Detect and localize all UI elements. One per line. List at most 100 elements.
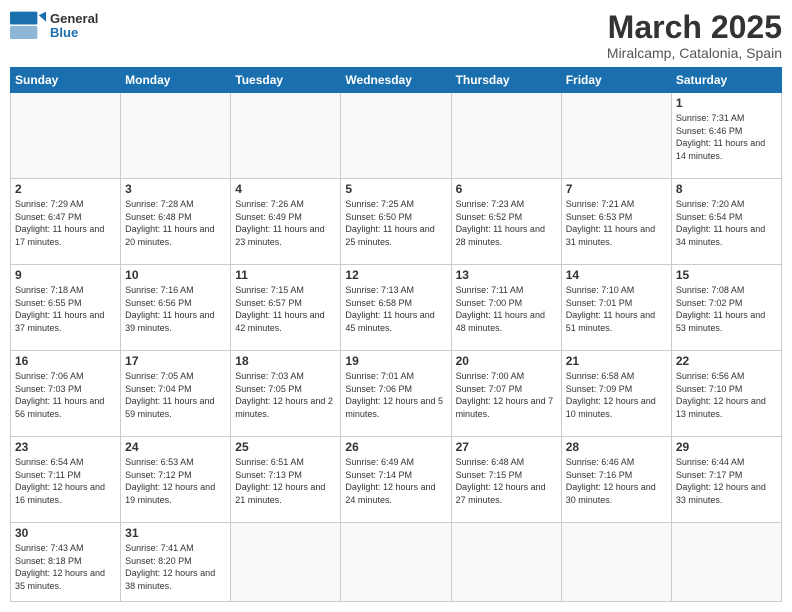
logo-container: General Blue [10,10,98,42]
page: General Blue March 2025 Miralcamp, Catal… [0,0,792,612]
day-info: Sunrise: 7:01 AMSunset: 7:06 PMDaylight:… [345,370,446,420]
col-wednesday: Wednesday [341,68,451,93]
table-row: 29Sunrise: 6:44 AMSunset: 7:17 PMDayligh… [671,437,781,523]
day-number: 20 [456,354,557,368]
table-row: 20 Sunrise: 7:00 AMSunset: 7:07 PMDayligh… [451,351,561,437]
day-number: 26 [345,440,446,454]
day-number: 25 [235,440,336,454]
day-number: 8 [676,182,777,196]
day-info: Sunrise: 7:15 AMSunset: 6:57 PMDaylight:… [235,284,336,334]
day-info: Sunrise: 6:53 AMSunset: 7:12 PMDaylight:… [125,456,226,506]
table-row: 12 Sunrise: 7:13 AMSunset: 6:58 PMDayligh… [341,265,451,351]
table-row: 3 Sunrise: 7:28 AMSunset: 6:48 PMDaylight… [121,179,231,265]
header: General Blue March 2025 Miralcamp, Catal… [10,10,782,61]
logo: General Blue [10,10,98,42]
day-info: Sunrise: 7:31 AMSunset: 6:46 PMDaylight:… [676,112,777,162]
table-row: 1 Sunrise: 7:31 AMSunset: 6:46 PMDaylight… [671,93,781,179]
logo-text-general: General [50,12,98,26]
table-row: 4 Sunrise: 7:26 AMSunset: 6:49 PMDaylight… [231,179,341,265]
col-sunday: Sunday [11,68,121,93]
table-row: 9 Sunrise: 7:18 AMSunset: 6:55 PMDaylight… [11,265,121,351]
day-number: 1 [676,96,777,110]
day-info: Sunrise: 7:25 AMSunset: 6:50 PMDaylight:… [345,198,446,248]
table-row: 28 Sunrise: 6:46 AMSunset: 7:16 PMDayligh… [561,437,671,523]
table-row [561,93,671,179]
day-number: 3 [125,182,226,196]
table-row [341,93,451,179]
day-info: Sunrise: 7:13 AMSunset: 6:58 PMDaylight:… [345,284,446,334]
col-monday: Monday [121,68,231,93]
table-row: 26 Sunrise: 6:49 AMSunset: 7:14 PMDayligh… [341,437,451,523]
day-info: Sunrise: 7:16 AMSunset: 6:56 PMDaylight:… [125,284,226,334]
day-info: Sunrise: 6:48 AMSunset: 7:15 PMDaylight:… [456,456,557,506]
day-info: Sunrise: 6:49 AMSunset: 7:14 PMDaylight:… [345,456,446,506]
day-info: Sunrise: 7:21 AMSunset: 6:53 PMDaylight:… [566,198,667,248]
table-row: 31 Sunrise: 7:41 AMSunset: 8:20 PMDayligh… [121,523,231,602]
table-row: 14 Sunrise: 7:10 AMSunset: 7:01 PMDayligh… [561,265,671,351]
month-title: March 2025 [607,10,782,45]
table-row: 18 Sunrise: 7:03 AMSunset: 7:05 PMDayligh… [231,351,341,437]
day-info: Sunrise: 7:41 AMSunset: 8:20 PMDaylight:… [125,542,226,592]
day-info: Sunrise: 7:28 AMSunset: 6:48 PMDaylight:… [125,198,226,248]
subtitle: Miralcamp, Catalonia, Spain [607,45,782,61]
day-info: Sunrise: 7:29 AMSunset: 6:47 PMDaylight:… [15,198,116,248]
table-row: 13 Sunrise: 7:11 AMSunset: 7:00 PMDayligh… [451,265,561,351]
table-row: 15Sunrise: 7:08 AMSunset: 7:02 PMDayligh… [671,265,781,351]
table-row: 11 Sunrise: 7:15 AMSunset: 6:57 PMDayligh… [231,265,341,351]
day-info: Sunrise: 7:18 AMSunset: 6:55 PMDaylight:… [15,284,116,334]
day-info: Sunrise: 7:05 AMSunset: 7:04 PMDaylight:… [125,370,226,420]
table-row [451,523,561,602]
table-row: 17 Sunrise: 7:05 AMSunset: 7:04 PMDayligh… [121,351,231,437]
day-number: 12 [345,268,446,282]
day-info: Sunrise: 7:23 AMSunset: 6:52 PMDaylight:… [456,198,557,248]
day-info: Sunrise: 7:10 AMSunset: 7:01 PMDaylight:… [566,284,667,334]
logo-graphic [10,10,46,42]
day-info: Sunrise: 7:11 AMSunset: 7:00 PMDaylight:… [456,284,557,334]
table-row [11,93,121,179]
day-number: 14 [566,268,667,282]
day-number: 2 [15,182,116,196]
table-row [231,523,341,602]
day-info: Sunrise: 6:46 AMSunset: 7:16 PMDaylight:… [566,456,667,506]
day-number: 4 [235,182,336,196]
table-row [341,523,451,602]
col-friday: Friday [561,68,671,93]
table-row: 27 Sunrise: 6:48 AMSunset: 7:15 PMDayligh… [451,437,561,523]
table-row [561,523,671,602]
day-number: 23 [15,440,116,454]
table-row: 10Sunrise: 7:16 AMSunset: 6:56 PMDayligh… [121,265,231,351]
day-info: Sunrise: 7:00 AMSunset: 7:07 PMDaylight:… [456,370,557,420]
day-number: 11 [235,268,336,282]
table-row: 24Sunrise: 6:53 AMSunset: 7:12 PMDayligh… [121,437,231,523]
day-info: Sunrise: 7:06 AMSunset: 7:03 PMDaylight:… [15,370,116,420]
day-number: 28 [566,440,667,454]
table-row [451,93,561,179]
day-number: 9 [15,268,116,282]
day-number: 27 [456,440,557,454]
table-row [671,523,781,602]
day-number: 30 [15,526,116,540]
day-info: Sunrise: 7:03 AMSunset: 7:05 PMDaylight:… [235,370,336,420]
day-info: Sunrise: 7:26 AMSunset: 6:49 PMDaylight:… [235,198,336,248]
day-number: 7 [566,182,667,196]
table-row: 6 Sunrise: 7:23 AMSunset: 6:52 PMDaylight… [451,179,561,265]
col-tuesday: Tuesday [231,68,341,93]
day-number: 31 [125,526,226,540]
day-number: 13 [456,268,557,282]
day-number: 18 [235,354,336,368]
table-row: 16Sunrise: 7:06 AMSunset: 7:03 PMDayligh… [11,351,121,437]
day-info: Sunrise: 6:51 AMSunset: 7:13 PMDaylight:… [235,456,336,506]
day-number: 6 [456,182,557,196]
table-row: 8Sunrise: 7:20 AMSunset: 6:54 PMDaylight… [671,179,781,265]
table-row: 30 Sunrise: 7:43 AMSunset: 8:18 PMDayligh… [11,523,121,602]
title-section: March 2025 Miralcamp, Catalonia, Spain [607,10,782,61]
table-row: 7 Sunrise: 7:21 AMSunset: 6:53 PMDaylight… [561,179,671,265]
day-info: Sunrise: 7:43 AMSunset: 8:18 PMDaylight:… [15,542,116,592]
table-row: 22Sunrise: 6:56 AMSunset: 7:10 PMDayligh… [671,351,781,437]
day-info: Sunrise: 6:44 AMSunset: 7:17 PMDaylight:… [676,456,777,506]
day-number: 5 [345,182,446,196]
day-number: 22 [676,354,777,368]
day-number: 17 [125,354,226,368]
table-row: 25 Sunrise: 6:51 AMSunset: 7:13 PMDayligh… [231,437,341,523]
calendar: Sunday Monday Tuesday Wednesday Thursday… [10,67,782,602]
